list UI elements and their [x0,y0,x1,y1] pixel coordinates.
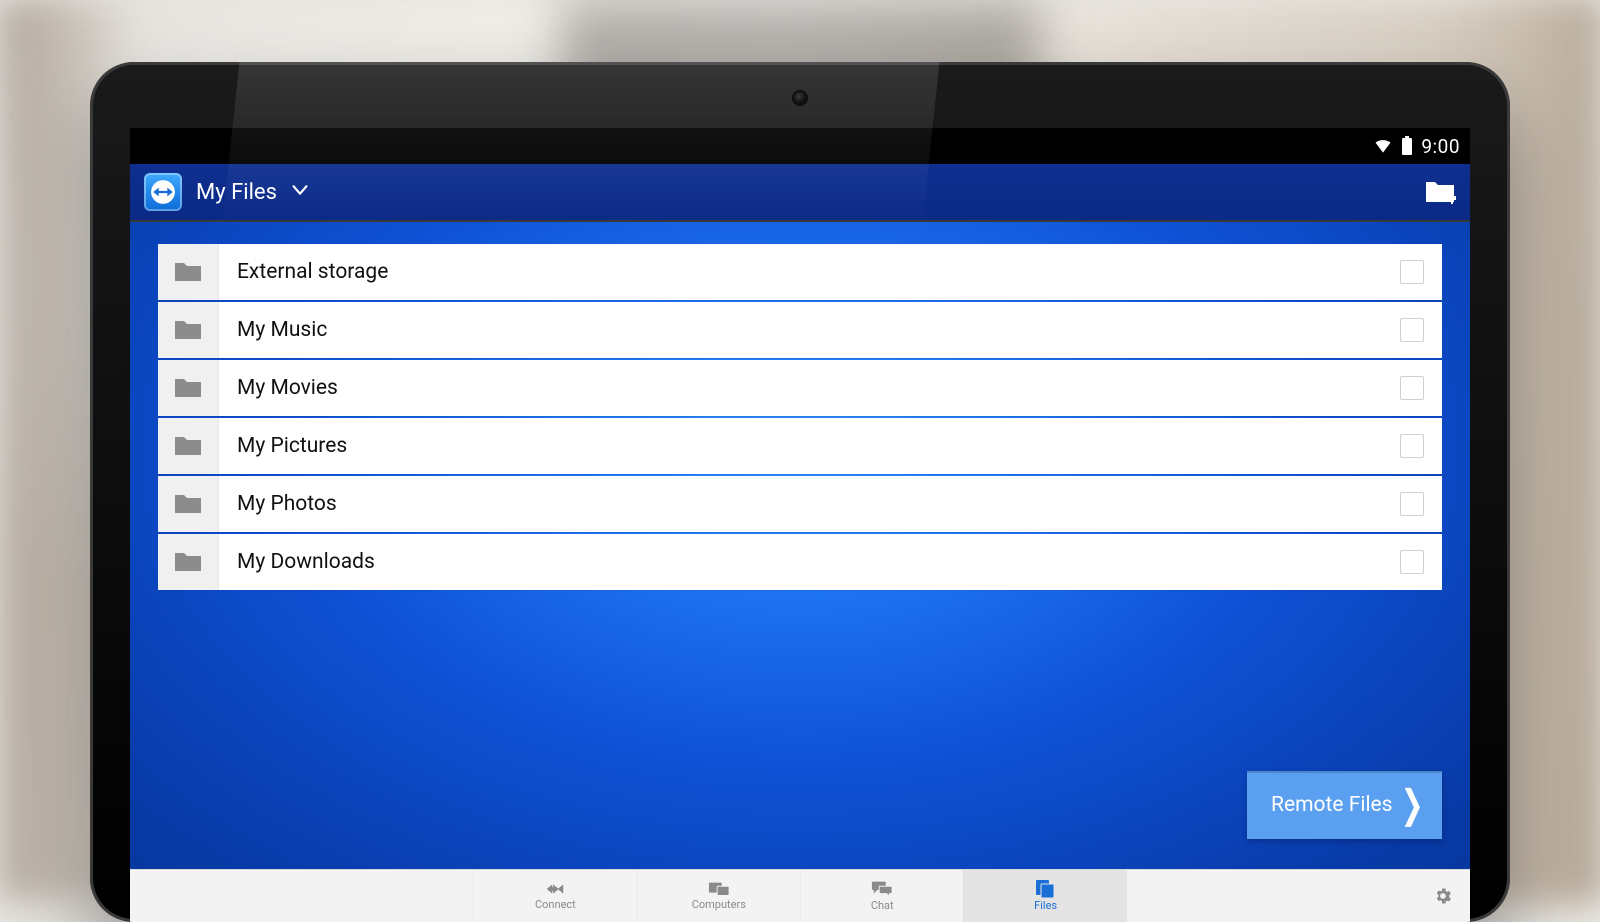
new-folder-button[interactable] [1424,178,1456,206]
status-clock: 9:00 [1421,135,1460,158]
folder-row[interactable]: My Music [158,302,1442,358]
folder-checkbox[interactable] [1400,260,1424,284]
connect-icon [544,881,566,897]
folder-icon [158,302,219,358]
tablet-camera [794,92,806,104]
status-bar: 9:00 [130,128,1470,164]
folder-icon [158,244,219,300]
folder-row[interactable]: External storage [158,244,1442,300]
page-title[interactable]: My Files [196,180,277,205]
folder-checkbox[interactable] [1400,550,1424,574]
folder-list: External storage My Music My Movies My Pict… [158,244,1442,590]
folder-row[interactable]: My Photos [158,476,1442,532]
chevron-right-icon: ❯ [1401,785,1424,824]
wifi-icon [1373,136,1393,156]
folder-icon [158,360,219,416]
battery-icon [1401,136,1413,156]
folder-label: External storage [219,260,1400,284]
chat-icon [871,880,893,898]
tab-label: Chat [871,899,894,912]
remote-files-label: Remote Files [1271,793,1392,817]
folder-row[interactable]: My Movies [158,360,1442,416]
remote-files-button[interactable]: Remote Files ❯ [1247,771,1442,839]
folder-checkbox[interactable] [1400,492,1424,516]
tablet-frame: 9:00 My Files [90,62,1510,922]
tablet-screen: 9:00 My Files [130,128,1470,922]
tab-container: ConnectComputers Chat Files [473,870,1127,922]
folder-icon [158,534,219,590]
title-dropdown-icon[interactable] [289,179,311,205]
folder-label: My Downloads [219,550,1400,574]
bottom-tab-bar: ConnectComputers Chat Files [130,869,1470,922]
settings-button[interactable] [1432,885,1454,907]
folder-checkbox[interactable] [1400,318,1424,342]
app-icon[interactable] [144,173,182,211]
folder-icon [158,418,219,474]
folder-row[interactable]: My Downloads [158,534,1442,590]
tab-connect[interactable]: Connect [473,870,636,922]
folder-checkbox[interactable] [1400,434,1424,458]
folder-label: My Photos [219,492,1400,516]
tab-files[interactable]: Files [963,870,1126,922]
app-header: My Files [130,164,1470,220]
folder-checkbox[interactable] [1400,376,1424,400]
tab-label: Files [1034,899,1057,912]
computers-icon [708,881,730,897]
folder-icon [158,476,219,532]
folder-label: My Pictures [219,434,1400,458]
tab-chat[interactable]: Chat [800,870,963,922]
folder-row[interactable]: My Pictures [158,418,1442,474]
folder-label: My Music [219,318,1400,342]
folder-label: My Movies [219,376,1400,400]
tab-computers[interactable]: Computers [637,870,800,922]
files-icon [1036,880,1056,898]
app-body: External storage My Music My Movies My Pict… [130,222,1470,869]
